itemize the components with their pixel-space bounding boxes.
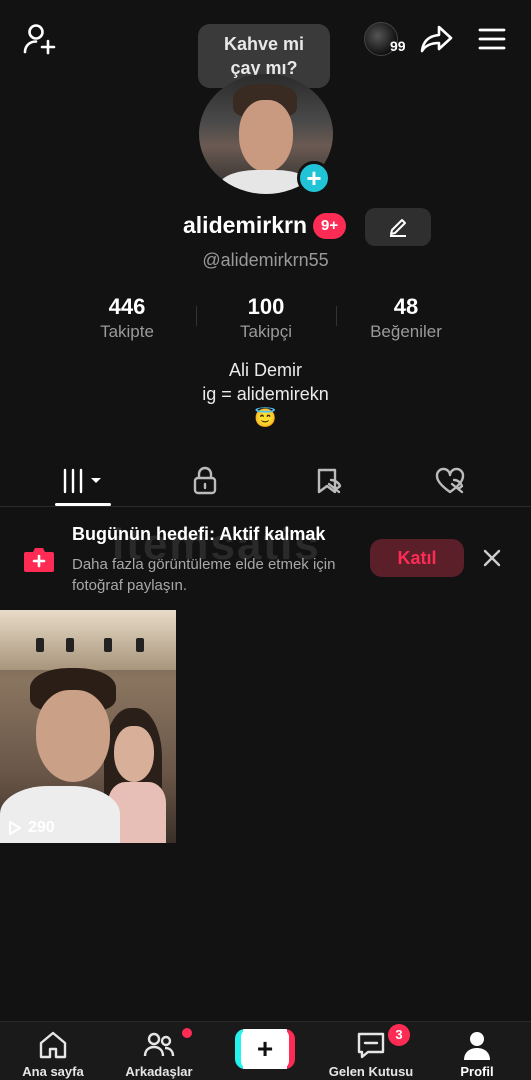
view-count-value: 290 <box>28 819 55 836</box>
stat-likes[interactable]: 48 Beğeniler <box>336 294 476 342</box>
nav-home[interactable]: Ana sayfa <box>0 1022 106 1080</box>
camera-plus-icon <box>22 544 56 574</box>
content-tabs <box>0 455 531 507</box>
menu-icon[interactable] <box>474 22 510 56</box>
create-button[interactable]: + <box>235 1029 295 1069</box>
nav-friends[interactable]: Arkadaşlar <box>106 1022 212 1080</box>
stat-following[interactable]: 446 Takipte <box>57 294 197 342</box>
bio-text: ig = alidemirekn <box>202 384 329 404</box>
stat-label: Beğeniler <box>370 322 442 341</box>
nav-profile[interactable]: Profil <box>424 1022 530 1080</box>
plus-icon: + <box>241 1029 289 1069</box>
goal-title: Bugünün hedefi: Aktif kalmak <box>72 524 326 544</box>
bottom-nav: Ana sayfa Arkadaşlar + 3 Gelen Kutusu Pr… <box>0 1021 531 1080</box>
notification-badge[interactable]: 9+ <box>313 213 347 239</box>
nav-label: Profil <box>460 1064 494 1079</box>
tab-private[interactable] <box>139 455 271 507</box>
stat-value: 100 <box>247 294 285 319</box>
nav-label: Ana sayfa <box>22 1064 84 1079</box>
tab-videos[interactable] <box>17 455 149 507</box>
tab-liked[interactable] <box>384 455 516 507</box>
inbox-badge: 3 <box>388 1024 410 1046</box>
bookmark-hidden-icon <box>317 468 342 494</box>
edit-profile-button[interactable] <box>365 208 431 246</box>
add-friend-icon[interactable] <box>20 20 58 58</box>
user-handle: @alidemirkrn55 <box>202 250 329 270</box>
friends-icon <box>143 1032 175 1057</box>
stat-value: 446 <box>108 294 146 319</box>
top-bar: Kahve mi çay mı? 99 <box>0 0 531 88</box>
bio-emoji: 😇 <box>254 408 277 428</box>
video-thumbnail[interactable]: 290 <box>0 610 176 843</box>
story-count: 99 <box>390 38 406 54</box>
bio-name: Ali Demir <box>228 360 302 380</box>
close-icon[interactable] <box>478 544 506 572</box>
stat-followers[interactable]: 100 Takipçi <box>196 294 336 342</box>
stats-row: 446 Takipte 100 Takipçi 48 Beğeniler <box>0 294 531 348</box>
join-button[interactable]: Katıl <box>370 539 464 577</box>
play-icon <box>9 821 21 835</box>
lock-icon <box>193 466 217 495</box>
view-count: 290 <box>8 819 55 837</box>
profile-icon <box>464 1032 490 1060</box>
grid-icon <box>62 468 101 494</box>
username: alidemirkrn <box>183 212 307 238</box>
daily-goal-banner: itemsatis Bugünün hedefi: Aktif kalmak D… <box>0 508 531 608</box>
tab-saved[interactable] <box>262 455 394 507</box>
tooltip-line-1: Kahve mi <box>223 34 305 54</box>
nav-inbox[interactable]: 3 Gelen Kutusu <box>318 1022 424 1080</box>
name-row: alidemirkrn 9+ <box>0 208 531 246</box>
add-story-icon[interactable]: + <box>297 161 331 195</box>
stat-label: Takipçi <box>240 322 292 341</box>
goal-subtitle: Daha fazla görüntüleme elde etmek için f… <box>72 556 336 594</box>
heart-hidden-icon <box>435 467 465 494</box>
pencil-icon <box>390 219 406 237</box>
notification-dot <box>182 1028 192 1038</box>
nav-label: Arkadaşlar <box>125 1064 193 1079</box>
active-tab-indicator <box>55 503 111 506</box>
share-icon[interactable] <box>418 20 456 58</box>
nav-label: Gelen Kutusu <box>328 1064 414 1079</box>
home-icon <box>39 1031 67 1059</box>
profile-avatar[interactable]: + <box>199 74 333 196</box>
stat-label: Takipte <box>100 322 154 341</box>
stat-value: 48 <box>393 294 419 319</box>
bio: Ali Demir ig = alidemirekn 😇 <box>0 358 531 430</box>
inbox-icon <box>357 1032 385 1059</box>
